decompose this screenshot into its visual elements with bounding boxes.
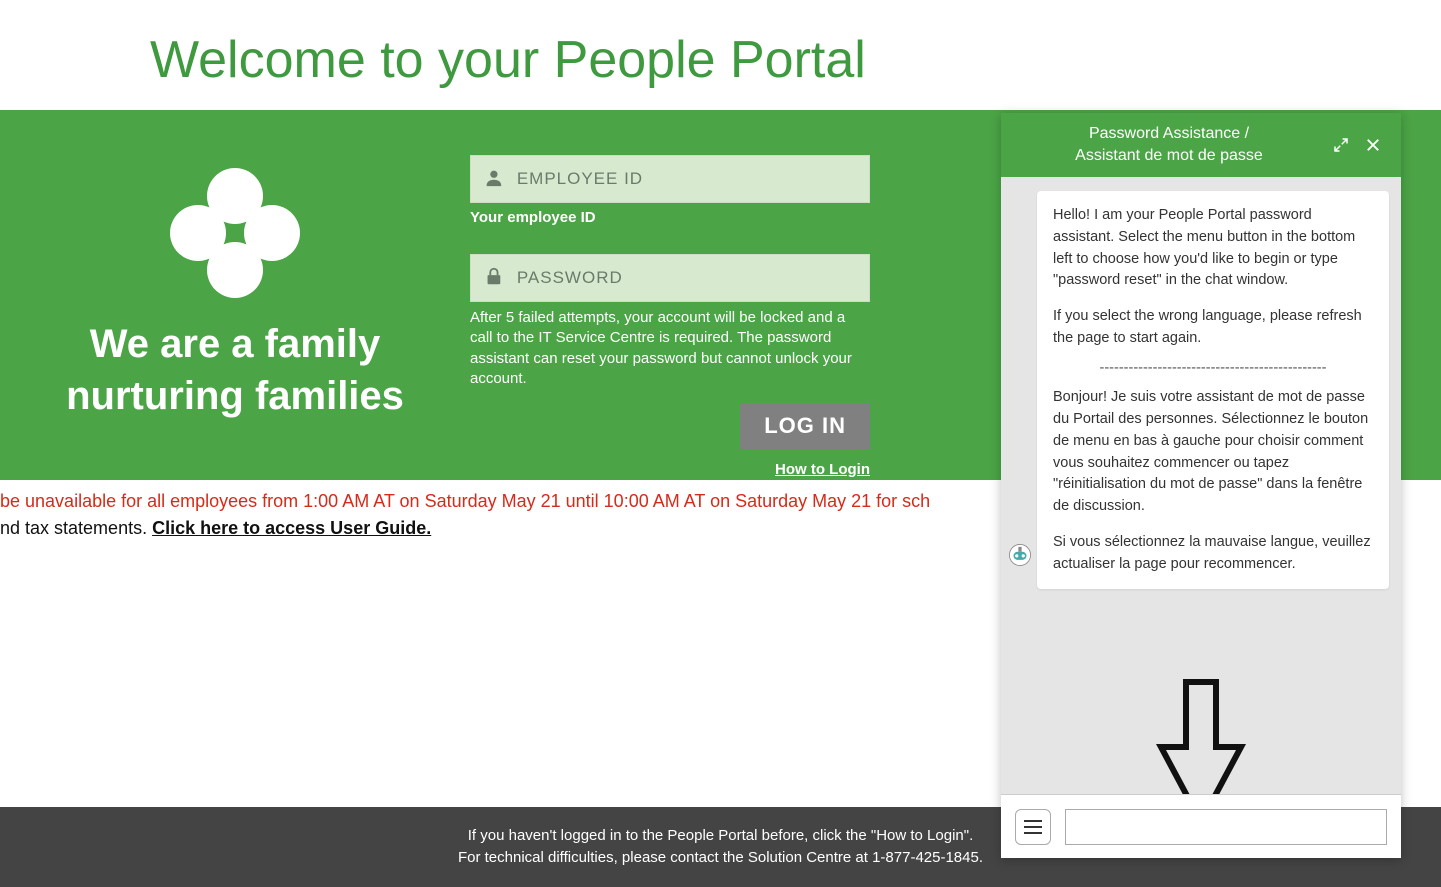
bot-avatar-icon xyxy=(1007,542,1033,568)
login-button[interactable]: LOG IN xyxy=(740,403,870,449)
chat-title: Password Assistance / Assistant de mot d… xyxy=(1017,123,1321,166)
employee-hint: Your employee ID xyxy=(470,209,990,226)
close-icon[interactable] xyxy=(1361,133,1385,157)
footer-line2: For technical difficulties, please conta… xyxy=(458,847,983,869)
chat-menu-button[interactable] xyxy=(1015,809,1051,845)
chat-input[interactable] xyxy=(1065,809,1387,845)
chat-header: Password Assistance / Assistant de mot d… xyxy=(1001,113,1401,177)
bot-msg-en-p1: Hello! I am your People Portal password … xyxy=(1053,205,1373,292)
hero-left: We are a family nurturing families xyxy=(0,110,470,480)
footer-line1: If you haven't logged in to the People P… xyxy=(468,825,974,847)
page-title: Welcome to your People Portal xyxy=(0,0,1441,110)
bot-msg-fr-p1: Bonjour! Je suis votre assistant de mot … xyxy=(1053,387,1373,518)
bot-msg-fr-p2: Si vous sélectionnez la mauvaise langue,… xyxy=(1053,532,1373,576)
user-guide-link[interactable]: Click here to access User Guide. xyxy=(152,518,431,538)
banner-line2-prefix: nd tax statements. xyxy=(0,518,152,538)
password-input[interactable] xyxy=(517,268,857,288)
login-form: Your employee ID After 5 failed attempts… xyxy=(470,110,990,480)
password-field[interactable] xyxy=(470,254,870,302)
bot-msg-en-p2: If you select the wrong language, please… xyxy=(1053,306,1373,350)
tagline: We are a family nurturing families xyxy=(0,318,470,422)
expand-icon[interactable] xyxy=(1329,133,1353,157)
bot-message: Hello! I am your People Portal password … xyxy=(1037,191,1389,589)
chat-panel: Password Assistance / Assistant de mot d… xyxy=(1001,113,1401,858)
clover-logo-icon xyxy=(170,168,300,298)
bot-msg-separator: ----------------------------------------… xyxy=(1053,358,1373,380)
how-to-login-link[interactable]: How to Login xyxy=(775,461,870,478)
employee-id-field[interactable] xyxy=(470,155,870,203)
chat-title-line2: Assistant de mot de passe xyxy=(1017,145,1321,167)
chat-input-row xyxy=(1001,794,1401,858)
lockout-warning: After 5 failed attempts, your account wi… xyxy=(470,308,870,389)
employee-id-input[interactable] xyxy=(517,169,857,189)
lock-icon xyxy=(483,266,505,290)
chat-body: Hello! I am your People Portal password … xyxy=(1001,177,1401,794)
chat-title-line1: Password Assistance / xyxy=(1017,123,1321,145)
person-icon xyxy=(483,167,505,191)
down-arrow-icon xyxy=(1156,677,1246,794)
